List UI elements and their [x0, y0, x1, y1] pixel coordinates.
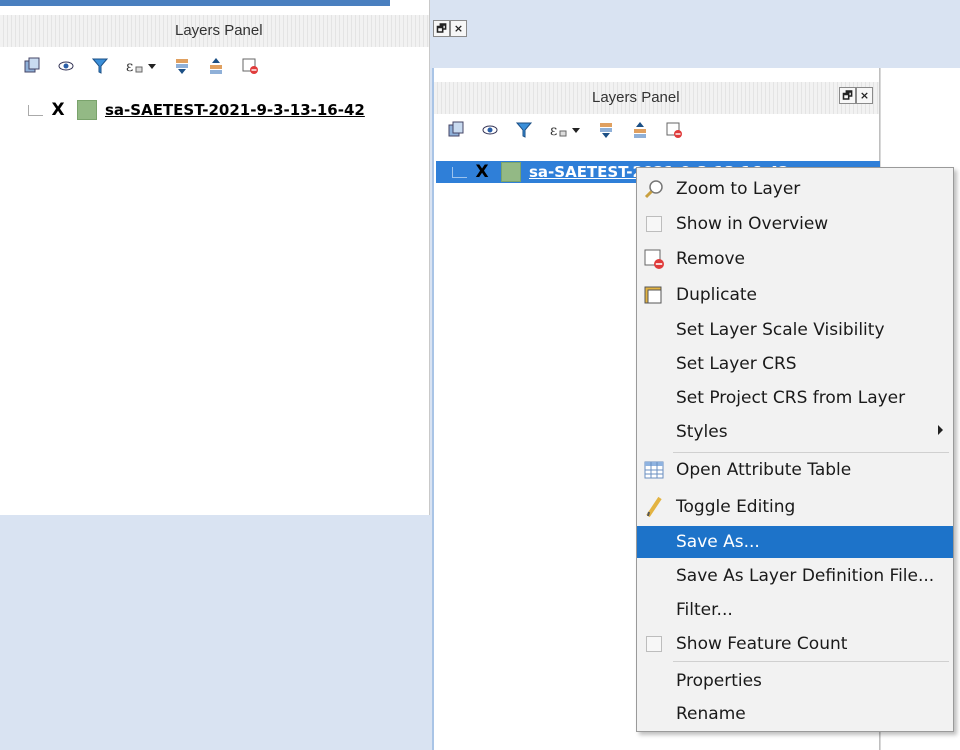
- filter-icon[interactable]: [514, 120, 534, 140]
- menu-item-set-project-crs[interactable]: Set Project CRS from Layer: [637, 382, 953, 414]
- float-icon: 🗗: [842, 89, 853, 102]
- menu-item-label: Open Attribute Table: [676, 460, 852, 480]
- pencil-icon: [642, 495, 666, 519]
- menu-icon-placeholder: [642, 318, 666, 342]
- layer-row[interactable]: X sa-SAETEST-2021-9-3-13-16-42: [28, 99, 365, 121]
- menu-item-set-layer-scale-visibility[interactable]: Set Layer Scale Visibility: [637, 314, 953, 346]
- close-button[interactable]: ×: [450, 20, 467, 37]
- collapse-all-icon[interactable]: [630, 120, 650, 140]
- menu-item-label: Styles: [676, 422, 728, 442]
- menu-icon-placeholder: [642, 598, 666, 622]
- menu-item-label: Show Feature Count: [676, 634, 848, 654]
- tree-branch-line: [452, 166, 467, 178]
- close-button[interactable]: ×: [856, 87, 873, 104]
- remove-layer-icon: [642, 247, 666, 271]
- menu-icon-placeholder: [642, 669, 666, 693]
- menu-item-label: Save As Layer Definition File...: [676, 566, 935, 586]
- menu-icon-placeholder: [642, 702, 666, 726]
- menu-icon-placeholder: [642, 420, 666, 444]
- menu-icon-placeholder: [642, 564, 666, 588]
- checkbox-icon[interactable]: [646, 636, 662, 652]
- menu-item-label: Show in Overview: [676, 214, 829, 234]
- remove-layer-icon[interactable]: [240, 56, 260, 76]
- expression-filter-icon[interactable]: ε: [124, 56, 158, 76]
- menu-separator: [673, 661, 949, 662]
- magnifier-icon: [642, 177, 666, 201]
- menu-item-open-attribute-table[interactable]: Open Attribute Table: [637, 454, 953, 486]
- menu-item-label: Set Project CRS from Layer: [676, 388, 906, 408]
- float-button[interactable]: 🗗: [433, 20, 450, 37]
- panel-title-bar[interactable]: Layers Panel 🗗 ×: [434, 82, 879, 114]
- layers-panel-left: Layers Panel 🗗 × ε X sa-SAETEST-2021-9-3…: [0, 0, 467, 515]
- menu-item-styles[interactable]: Styles: [637, 416, 953, 448]
- submenu-arrow-icon: [938, 425, 943, 435]
- menu-item-label: Rename: [676, 704, 746, 724]
- panel-title-bar[interactable]: Layers Panel 🗗 ×: [0, 15, 467, 47]
- menu-item-toggle-editing[interactable]: Toggle Editing: [637, 491, 953, 523]
- menu-icon-placeholder: [642, 386, 666, 410]
- menu-item-remove[interactable]: Remove: [637, 243, 953, 275]
- manage-visibility-icon[interactable]: [480, 120, 500, 140]
- menu-item-label: Set Layer CRS: [676, 354, 797, 374]
- menu-item-duplicate[interactable]: Duplicate: [637, 279, 953, 311]
- layer-visibility-checkbox[interactable]: X: [473, 162, 491, 182]
- window-top-strip: [0, 0, 390, 6]
- close-icon: ×: [859, 89, 870, 102]
- layer-context-menu: Zoom to Layer Show in Overview Remove Du…: [636, 167, 954, 732]
- menu-item-label: Filter...: [676, 600, 733, 620]
- filter-icon[interactable]: [90, 56, 110, 76]
- expand-all-icon[interactable]: [172, 56, 192, 76]
- add-group-icon[interactable]: [446, 120, 466, 140]
- menu-item-filter[interactable]: Filter...: [637, 594, 953, 626]
- add-group-icon[interactable]: [22, 56, 42, 76]
- checkbox-icon-wrap: [642, 632, 666, 656]
- menu-item-label: Zoom to Layer: [676, 179, 801, 199]
- menu-icon-placeholder: [642, 352, 666, 376]
- layers-toolbar: ε: [446, 120, 684, 140]
- manage-visibility-icon[interactable]: [56, 56, 76, 76]
- layer-symbol-swatch: [501, 162, 521, 182]
- layer-visibility-checkbox[interactable]: X: [49, 100, 67, 120]
- layer-symbol-swatch: [77, 100, 97, 120]
- table-icon: [642, 458, 666, 482]
- float-button[interactable]: 🗗: [839, 87, 856, 104]
- menu-item-label: Toggle Editing: [676, 497, 796, 517]
- menu-item-zoom-to-layer[interactable]: Zoom to Layer: [637, 173, 953, 205]
- menu-item-save-as[interactable]: Save As...: [637, 526, 953, 558]
- checkbox-icon-wrap: [642, 212, 666, 236]
- menu-icon-placeholder: [642, 530, 666, 554]
- collapse-all-icon[interactable]: [206, 56, 226, 76]
- menu-item-show-feature-count[interactable]: Show Feature Count: [637, 628, 953, 660]
- svg-text:ε: ε: [126, 59, 133, 75]
- menu-item-rename[interactable]: Rename: [637, 698, 953, 730]
- menu-item-set-layer-crs[interactable]: Set Layer CRS: [637, 348, 953, 380]
- layers-toolbar: ε: [22, 56, 260, 76]
- menu-item-label: Set Layer Scale Visibility: [676, 320, 885, 340]
- menu-item-label: Remove: [676, 249, 745, 269]
- tree-branch-line: [28, 104, 43, 116]
- remove-layer-icon[interactable]: [664, 120, 684, 140]
- expression-filter-icon[interactable]: ε: [548, 120, 582, 140]
- duplicate-icon: [642, 283, 666, 307]
- menu-item-save-as-layer-definition[interactable]: Save As Layer Definition File...: [637, 560, 953, 592]
- menu-separator: [673, 452, 949, 453]
- checkbox-icon[interactable]: [646, 216, 662, 232]
- menu-item-show-in-overview[interactable]: Show in Overview: [637, 208, 953, 240]
- layer-name[interactable]: sa-SAETEST-2021-9-3-13-16-42: [105, 101, 365, 119]
- float-icon: 🗗: [436, 22, 447, 35]
- menu-item-label: Properties: [676, 671, 762, 691]
- panel-title: Layers Panel: [592, 89, 680, 106]
- close-icon: ×: [453, 22, 464, 35]
- svg-text:ε: ε: [550, 123, 557, 139]
- menu-item-properties[interactable]: Properties: [637, 665, 953, 697]
- panel-title: Layers Panel: [175, 22, 263, 39]
- menu-item-label: Save As...: [676, 532, 760, 552]
- expand-all-icon[interactable]: [596, 120, 616, 140]
- menu-item-label: Duplicate: [676, 285, 757, 305]
